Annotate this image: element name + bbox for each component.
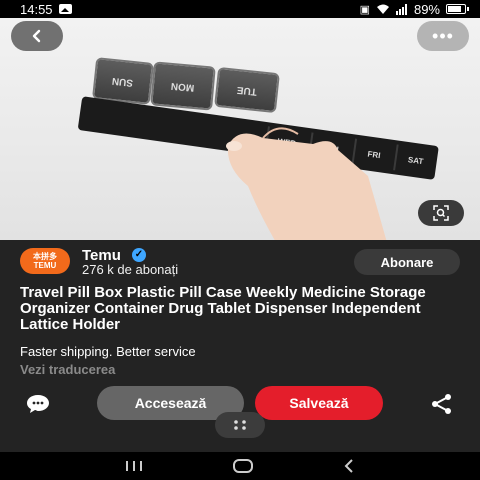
back-nav-icon[interactable] — [342, 458, 356, 474]
more-options-button[interactable]: ••• — [417, 21, 469, 51]
pill-lid: TUE — [214, 66, 280, 114]
follow-button[interactable]: Abonare — [354, 249, 460, 275]
pin-title: Travel Pill Box Plastic Pill Case Weekly… — [20, 284, 426, 333]
status-bar: 14:55 ▣ 89% — [0, 0, 480, 18]
pill-lid: MON — [150, 61, 216, 111]
follower-count: 276 k de abonați — [82, 262, 179, 277]
back-arrow-icon — [32, 29, 41, 43]
system-nav-bar — [0, 452, 480, 480]
share-icon[interactable] — [430, 394, 454, 414]
home-icon[interactable] — [232, 458, 254, 474]
verified-icon: ✓ — [132, 248, 146, 262]
visual-search-button[interactable] — [418, 200, 464, 226]
status-time: 14:55 — [20, 1, 53, 17]
alarm-icon: ▣ — [359, 3, 370, 16]
recent-apps-icon[interactable] — [124, 459, 144, 473]
battery-percent: 89% — [413, 1, 440, 17]
pin-description: Faster shipping. Better service — [20, 344, 196, 359]
pill-lid: SUN — [91, 57, 155, 105]
battery-icon — [446, 4, 469, 14]
back-button[interactable] — [11, 21, 63, 51]
temu-avatar[interactable]: 本拼多 TEMU — [20, 248, 70, 274]
save-button[interactable]: Salvează — [255, 386, 383, 420]
more-dots-icon: ••• — [432, 25, 454, 46]
pin-image[interactable]: SUN MON TUE WED THU FRI SAT ••• — [0, 18, 480, 240]
gallery-notification-icon — [58, 4, 72, 14]
pill-compartment: SAT — [393, 144, 437, 176]
signal-icon — [395, 3, 407, 15]
battery-fill — [448, 6, 462, 12]
more-actions-button[interactable] — [215, 412, 265, 438]
comment-icon[interactable] — [26, 394, 50, 414]
lens-icon — [433, 205, 449, 221]
hand-illustration — [226, 127, 387, 240]
wifi-icon — [376, 4, 389, 14]
see-translation-link[interactable]: Vezi traducerea — [20, 362, 115, 377]
grid-dots-icon — [234, 420, 246, 430]
creator-row: 本拼多 TEMU Temu ✓ 276 k de abonați Abonare — [20, 247, 470, 277]
